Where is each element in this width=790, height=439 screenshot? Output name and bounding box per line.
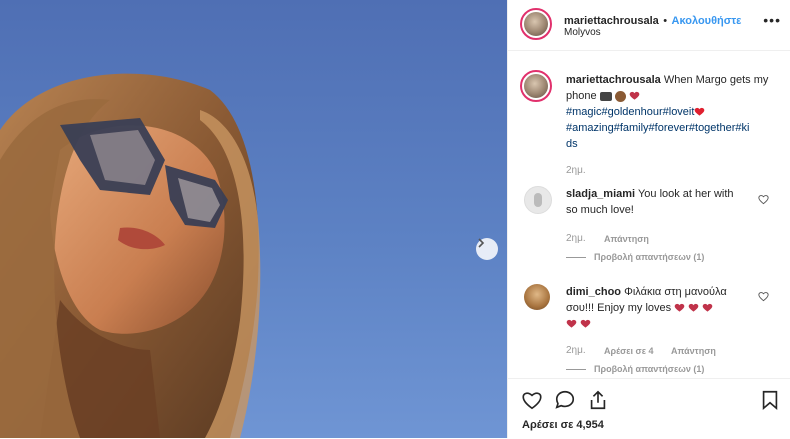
next-arrow-icon	[478, 238, 485, 248]
likes-count[interactable]: Αρέσει σε 4,954	[522, 419, 604, 431]
caption-hashtags-3[interactable]: ds	[566, 138, 578, 150]
comment-username[interactable]: sladja_miami	[566, 188, 635, 200]
view-replies[interactable]: Προβολή απαντήσεων (1)	[566, 252, 704, 262]
comment-2: dimi_choo Φιλάκια στη μανούλα σου!!! Enj…	[566, 284, 751, 332]
caption-time[interactable]: 2ημ.	[566, 165, 586, 176]
caption-hashtags-1[interactable]: #magic#goldenhour#loveit	[566, 106, 694, 118]
post-location[interactable]: Molyvos	[564, 27, 601, 38]
heart-emoji-icon	[674, 303, 685, 312]
heart-emoji-icon	[695, 107, 705, 116]
comment-text-2: σου!!! Enjoy my loves	[566, 302, 672, 314]
heart-icon[interactable]	[521, 389, 543, 411]
caption-hashtags-2[interactable]: #amazing#family#forever#together#ki	[566, 122, 749, 134]
comment-likes[interactable]: Αρέσει σε 4	[604, 346, 654, 356]
selfie-illustration	[0, 73, 261, 438]
comment-time[interactable]: 2ημ.	[566, 233, 586, 244]
camera-emoji-icon	[599, 91, 612, 101]
separator-dot: •	[663, 15, 668, 27]
caption-avatar[interactable]	[520, 70, 552, 102]
heart-emoji-icon	[688, 303, 699, 312]
monkey-emoji-icon	[614, 90, 626, 102]
view-replies[interactable]: Προβολή απαντήσεων (1)	[566, 364, 704, 374]
bookmark-icon[interactable]	[759, 389, 781, 411]
action-bar: Αρέσει σε 4,954	[508, 378, 790, 439]
post-caption: mariettachrousala When Margo gets my pho…	[566, 72, 776, 152]
author-username[interactable]: mariettachrousala	[564, 15, 659, 27]
comment-1: sladja_miami You look at her with so muc…	[566, 186, 751, 218]
reply-button[interactable]: Απάντηση	[671, 346, 716, 356]
heart-emoji-icon	[566, 319, 577, 328]
comment-text-1: Φιλάκια στη μανούλα	[624, 286, 727, 298]
heart-emoji-icon	[580, 319, 591, 328]
caption-username[interactable]: mariettachrousala	[566, 74, 661, 86]
heart-emoji-icon	[702, 303, 713, 312]
comment-icon[interactable]	[554, 389, 576, 411]
heart-emoji-icon	[629, 91, 640, 100]
comment-avatar[interactable]	[524, 186, 552, 214]
comment-username[interactable]: dimi_choo	[566, 286, 621, 298]
more-icon[interactable]: •••	[763, 12, 781, 28]
reply-button[interactable]: Απάντηση	[604, 234, 649, 244]
like-comment-icon[interactable]	[758, 291, 769, 302]
comment-text-1: You look at her with	[637, 188, 734, 200]
post-side-panel: mariettachrousala • Ακολουθήστε Molyvos …	[507, 0, 790, 438]
follow-button[interactable]: Ακολουθήστε	[672, 15, 742, 27]
comment-time[interactable]: 2ημ.	[566, 345, 586, 356]
share-icon[interactable]	[587, 389, 609, 411]
comment-avatar[interactable]	[524, 284, 550, 310]
next-photo-button[interactable]	[476, 238, 498, 260]
post-header: mariettachrousala • Ακολουθήστε Molyvos …	[508, 0, 790, 51]
author-avatar[interactable]	[520, 8, 552, 40]
comment-text-2: so much love!	[566, 204, 634, 216]
like-comment-icon[interactable]	[758, 194, 769, 205]
post-photo[interactable]	[0, 0, 507, 438]
